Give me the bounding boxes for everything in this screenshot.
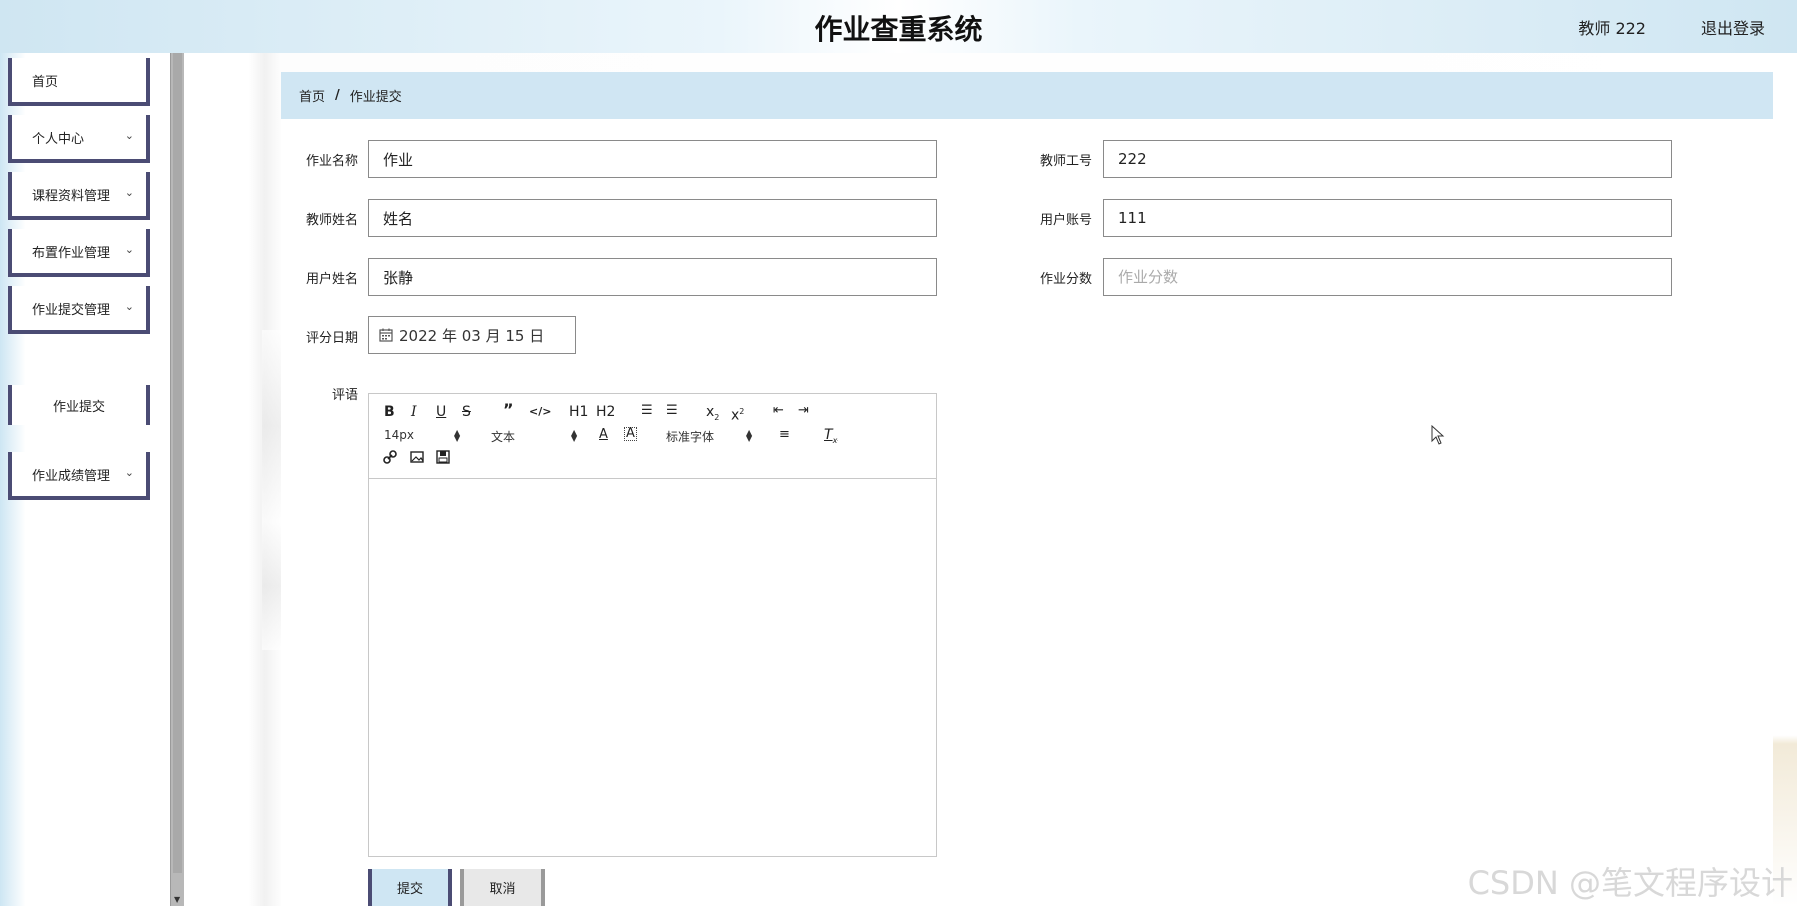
underline-icon[interactable]: U: [436, 404, 446, 420]
heading-1-icon[interactable]: H1: [569, 404, 588, 420]
italic-icon[interactable]: I: [411, 404, 417, 420]
score-input[interactable]: [1103, 258, 1672, 296]
score-date-label: 评分日期: [305, 331, 358, 346]
bold-icon[interactable]: B: [384, 404, 395, 420]
breadcrumb-separator: /: [335, 88, 340, 103]
align-icon[interactable]: ≡: [779, 427, 790, 443]
background-decoration: [262, 330, 282, 650]
sidebar-item-label: 作业成绩管理: [32, 468, 111, 484]
top-header: 作业查重系统 教师 222 退出登录: [0, 0, 1797, 53]
scrollbar-thumb[interactable]: [173, 53, 182, 873]
chevron-down-icon: ⌄: [124, 243, 134, 256]
outdent-icon[interactable]: ⇤: [773, 403, 784, 419]
bullet-list-icon[interactable]: ☰: [666, 403, 678, 419]
user-name-label: 用户姓名: [305, 272, 358, 287]
background-decoration: [1773, 53, 1797, 906]
chevron-down-icon: ⌄: [124, 186, 134, 199]
scroll-down-arrow-icon[interactable]: ▼: [174, 895, 180, 904]
user-name-input[interactable]: [368, 258, 937, 296]
video-icon[interactable]: [436, 450, 450, 468]
link-icon[interactable]: [383, 450, 397, 468]
comment-label: 评语: [331, 388, 358, 403]
image-icon[interactable]: [410, 450, 424, 468]
font-family-select[interactable]: 标准字体 ▲ ▼: [666, 428, 758, 445]
breadcrumb-current: 作业提交: [349, 90, 402, 105]
sidebar-item-assign-homework[interactable]: 布置作业管理 ⌄: [8, 229, 150, 277]
cancel-button[interactable]: 取消: [460, 869, 545, 906]
submit-button[interactable]: 提交: [368, 869, 452, 906]
heading-2-icon[interactable]: H2: [596, 404, 615, 420]
score-date-value: 2022 年 03 月 15 日: [399, 326, 545, 345]
editor-text-area[interactable]: [369, 479, 936, 856]
select-arrows-icon: ▲ ▼: [746, 428, 753, 443]
editor-toolbar: B I U S ” </> H1 H2 ☰ ☰ x2 x2 ⇤ ⇥ 14px ▲…: [369, 394, 936, 479]
homework-name-input[interactable]: [368, 140, 937, 178]
sidebar-item-label: 首页: [32, 74, 59, 90]
sidebar-item-course-materials[interactable]: 课程资料管理 ⌄: [8, 172, 150, 220]
background-color-icon[interactable]: A: [624, 427, 637, 441]
rich-text-editor: B I U S ” </> H1 H2 ☰ ☰ x2 x2 ⇤ ⇥ 14px ▲…: [368, 393, 937, 857]
chevron-down-icon: ⌄: [124, 300, 134, 313]
blockquote-icon[interactable]: ”: [503, 402, 514, 418]
homework-name-label: 作业名称: [305, 154, 358, 169]
sidebar-item-label: 课程资料管理: [32, 188, 111, 204]
code-icon[interactable]: </>: [529, 404, 551, 420]
clear-format-icon[interactable]: Tx: [824, 427, 837, 449]
breadcrumb: 首页 / 作业提交: [281, 72, 1773, 119]
superscript-icon[interactable]: x2: [731, 404, 744, 424]
user-account-label: 用户账号: [1039, 213, 1092, 228]
subscript-icon[interactable]: x2: [706, 404, 719, 426]
sidebar-item-label: 布置作业管理: [32, 245, 111, 261]
font-color-icon[interactable]: A: [599, 427, 608, 443]
sidebar-item-home[interactable]: 首页: [8, 58, 150, 106]
chevron-down-icon: ⌄: [124, 129, 134, 142]
teacher-id-input[interactable]: [1103, 140, 1672, 178]
indent-icon[interactable]: ⇥: [798, 403, 809, 419]
csdn-watermark: CSDN @笔文程序设计: [1467, 864, 1793, 902]
logout-link[interactable]: 退出登录: [1701, 15, 1765, 39]
select-arrows-icon: ▲ ▼: [571, 428, 578, 443]
sidebar-item-label: 作业提交: [52, 399, 105, 415]
calendar-icon: [379, 328, 393, 342]
font-size-select[interactable]: 14px ▲ ▼: [384, 428, 464, 443]
teacher-name-label: 教师姓名: [305, 213, 358, 228]
strikethrough-icon[interactable]: S: [462, 404, 471, 420]
cancel-button-label: 取消: [489, 882, 516, 897]
teacher-id-label: 教师工号: [1039, 154, 1092, 169]
sidebar-scrollbar[interactable]: ▼: [170, 53, 184, 906]
user-account-input[interactable]: [1103, 199, 1672, 237]
score-label: 作业分数: [1039, 272, 1092, 287]
breadcrumb-home[interactable]: 首页: [299, 86, 325, 105]
sidebar-item-grade-management[interactable]: 作业成绩管理 ⌄: [8, 452, 150, 500]
chevron-down-icon: ⌄: [124, 466, 134, 479]
mouse-cursor-icon: [1431, 425, 1445, 445]
select-arrows-icon: ▲ ▼: [454, 428, 461, 443]
score-date-picker[interactable]: 2022 年 03 月 15 日: [368, 316, 576, 354]
current-user-label: 教师 222: [1578, 19, 1646, 38]
block-type-select[interactable]: 文本 ▲ ▼: [491, 428, 583, 445]
teacher-name-input[interactable]: [368, 199, 937, 237]
sidebar-item-submission-management[interactable]: 作业提交管理 ⌄: [8, 286, 150, 334]
sidebar-item-label: 个人中心: [32, 131, 85, 147]
submit-button-label: 提交: [396, 882, 423, 897]
sidebar-subitem-submit-homework[interactable]: 作业提交: [8, 385, 150, 425]
sidebar-item-label: 作业提交管理: [32, 302, 111, 318]
app-title: 作业查重系统: [814, 13, 983, 46]
sidebar-item-personal-center[interactable]: 个人中心 ⌄: [8, 115, 150, 163]
ordered-list-icon[interactable]: ☰: [641, 403, 653, 419]
